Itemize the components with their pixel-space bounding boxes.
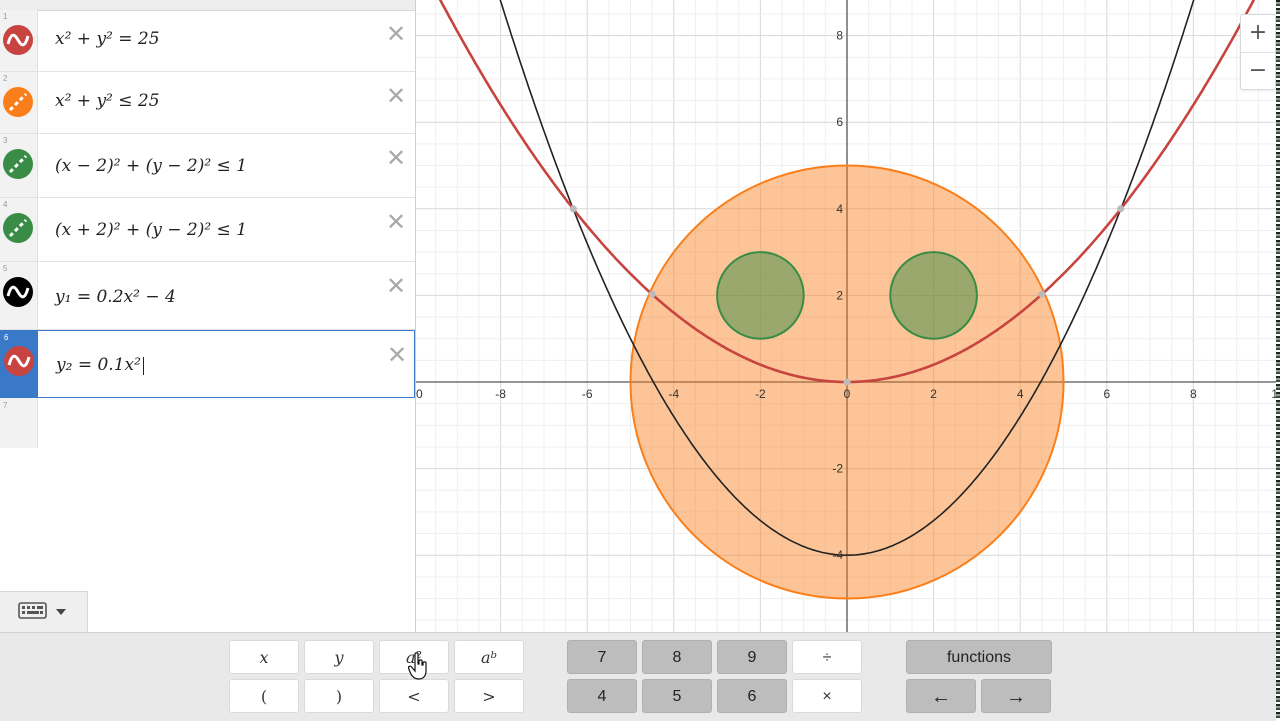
delete-expression-icon[interactable]: ✕ — [386, 146, 406, 170]
key-multiply[interactable]: × — [792, 679, 862, 713]
expression-math[interactable]: (x + 2)² + (y − 2)² ≤ 1 — [55, 220, 247, 240]
expression-list: 1 x² + y² = 25 ✕ 2 x² + y² ≤ 25 ✕ 3 (x −… — [0, 0, 416, 632]
key-x[interactable]: x — [229, 640, 299, 674]
expression-row-5[interactable]: 5 y₁ = 0.2x² − 4 ✕ — [0, 262, 415, 330]
expression-math-input[interactable]: y₂ = 0.1x² — [56, 355, 144, 375]
expression-math[interactable]: (x − 2)² + (y − 2)² ≤ 1 — [55, 156, 247, 176]
expression-index: 4 — [3, 200, 8, 209]
intersection-point — [1038, 290, 1046, 298]
expression-row-2[interactable]: 2 x² + y² ≤ 25 ✕ — [0, 72, 415, 134]
expression-gutter: 5 — [0, 262, 38, 329]
expression-math[interactable]: x² + y² ≤ 25 — [55, 91, 160, 111]
left-arrow-button[interactable]: ← — [906, 679, 976, 713]
chevron-down-icon — [56, 609, 66, 615]
keyboard-icon — [18, 602, 66, 619]
keyboard-toggle-button[interactable] — [0, 591, 88, 632]
expression-index: 3 — [3, 136, 8, 145]
key-power[interactable]: aᵇ — [454, 640, 524, 674]
y-tick-label: -4 — [832, 548, 843, 562]
x-tick-label: -2 — [755, 387, 766, 401]
x-tick-label: -8 — [495, 387, 506, 401]
expression-gutter: 3 — [0, 134, 38, 197]
inequality-icon[interactable] — [3, 149, 33, 179]
expression-index: 7 — [3, 401, 8, 410]
intersection-point — [843, 378, 851, 386]
expression-row-3[interactable]: 3 (x − 2)² + (y − 2)² ≤ 1 ✕ — [0, 134, 415, 198]
x-tick-label: -10 — [416, 387, 423, 401]
graph-paper[interactable]: -10-8-6-4-202468108642-2-4 — [416, 0, 1276, 632]
y-tick-label: 4 — [836, 202, 843, 216]
delete-expression-icon[interactable]: ✕ — [386, 274, 406, 298]
text-caret — [142, 356, 144, 375]
y-tick-label: 2 — [836, 288, 843, 302]
x-tick-label: -6 — [582, 387, 593, 401]
y-tick-label: -2 — [832, 462, 843, 476]
delete-expression-icon[interactable]: ✕ — [386, 22, 406, 46]
expression-row-7[interactable]: 7 — [0, 398, 38, 448]
zoom-in-button[interactable]: + — [1241, 15, 1275, 52]
intersection-point — [648, 290, 656, 298]
y-tick-label: 8 — [836, 29, 843, 43]
x-tick-label: 6 — [1103, 387, 1110, 401]
wave-icon[interactable] — [3, 277, 33, 307]
intersection-point — [1117, 205, 1125, 213]
inequality-icon[interactable] — [3, 213, 33, 243]
expression-math: y₂ = 0.1x² — [56, 355, 141, 375]
key-close-paren[interactable]: ) — [304, 679, 374, 713]
key-y[interactable]: y — [304, 640, 374, 674]
wave-icon[interactable] — [4, 346, 34, 376]
key-9[interactable]: 9 — [717, 640, 787, 674]
expression-math[interactable]: y₁ = 0.2x² − 4 — [55, 287, 176, 307]
expression-index: 5 — [3, 264, 8, 273]
key-8[interactable]: 8 — [642, 640, 712, 674]
expression-gutter: 6 — [1, 331, 38, 397]
math-keypad: x y a² aᵇ 7 8 9 ÷ functions ( ) < > 4 5 … — [0, 632, 1276, 721]
expression-math[interactable]: x² + y² = 25 — [55, 29, 160, 49]
delete-expression-icon[interactable]: ✕ — [386, 84, 406, 108]
expression-row-4[interactable]: 4 (x + 2)² + (y − 2)² ≤ 1 ✕ — [0, 198, 415, 262]
left-eye-disk — [716, 251, 805, 340]
expression-gutter: 2 — [0, 72, 38, 133]
x-tick-label: 0 — [844, 387, 851, 401]
key-less-than[interactable]: < — [379, 679, 449, 713]
key-greater-than[interactable]: > — [454, 679, 524, 713]
delete-expression-icon[interactable]: ✕ — [387, 343, 407, 367]
functions-button[interactable]: functions — [906, 640, 1052, 674]
hand-cursor-icon — [408, 652, 427, 680]
expression-index: 1 — [3, 12, 8, 21]
key-7[interactable]: 7 — [567, 640, 637, 674]
key-6[interactable]: 6 — [717, 679, 787, 713]
wave-icon[interactable] — [3, 25, 33, 55]
x-tick-label: 2 — [930, 387, 937, 401]
expression-row-1[interactable]: 1 x² + y² = 25 ✕ — [0, 10, 415, 72]
expression-gutter: 1 — [0, 10, 38, 71]
window-edge — [1276, 0, 1280, 720]
x-tick-label: 4 — [1017, 387, 1024, 401]
expression-index: 2 — [3, 74, 8, 83]
right-arrow-button[interactable]: → — [981, 679, 1051, 713]
expression-gutter: 4 — [0, 198, 38, 261]
delete-expression-icon[interactable]: ✕ — [386, 210, 406, 234]
intersection-point — [569, 205, 577, 213]
x-tick-label: -4 — [668, 387, 679, 401]
graph-canvas[interactable]: -10-8-6-4-202468108642-2-4 — [416, 0, 1276, 632]
key-4[interactable]: 4 — [567, 679, 637, 713]
key-5[interactable]: 5 — [642, 679, 712, 713]
expression-index: 6 — [4, 333, 9, 342]
zoom-out-button[interactable]: − — [1241, 52, 1275, 90]
expression-row-6[interactable]: 6 y₂ = 0.1x² ✕ — [0, 330, 415, 398]
plotted-shapes — [438, 0, 1256, 600]
inequality-icon[interactable] — [3, 87, 33, 117]
key-divide[interactable]: ÷ — [792, 640, 862, 674]
key-open-paren[interactable]: ( — [229, 679, 299, 713]
x-tick-label: 8 — [1190, 387, 1197, 401]
y-tick-label: 6 — [836, 115, 843, 129]
zoom-controls: + − — [1240, 14, 1276, 90]
right-eye-disk — [889, 251, 978, 340]
